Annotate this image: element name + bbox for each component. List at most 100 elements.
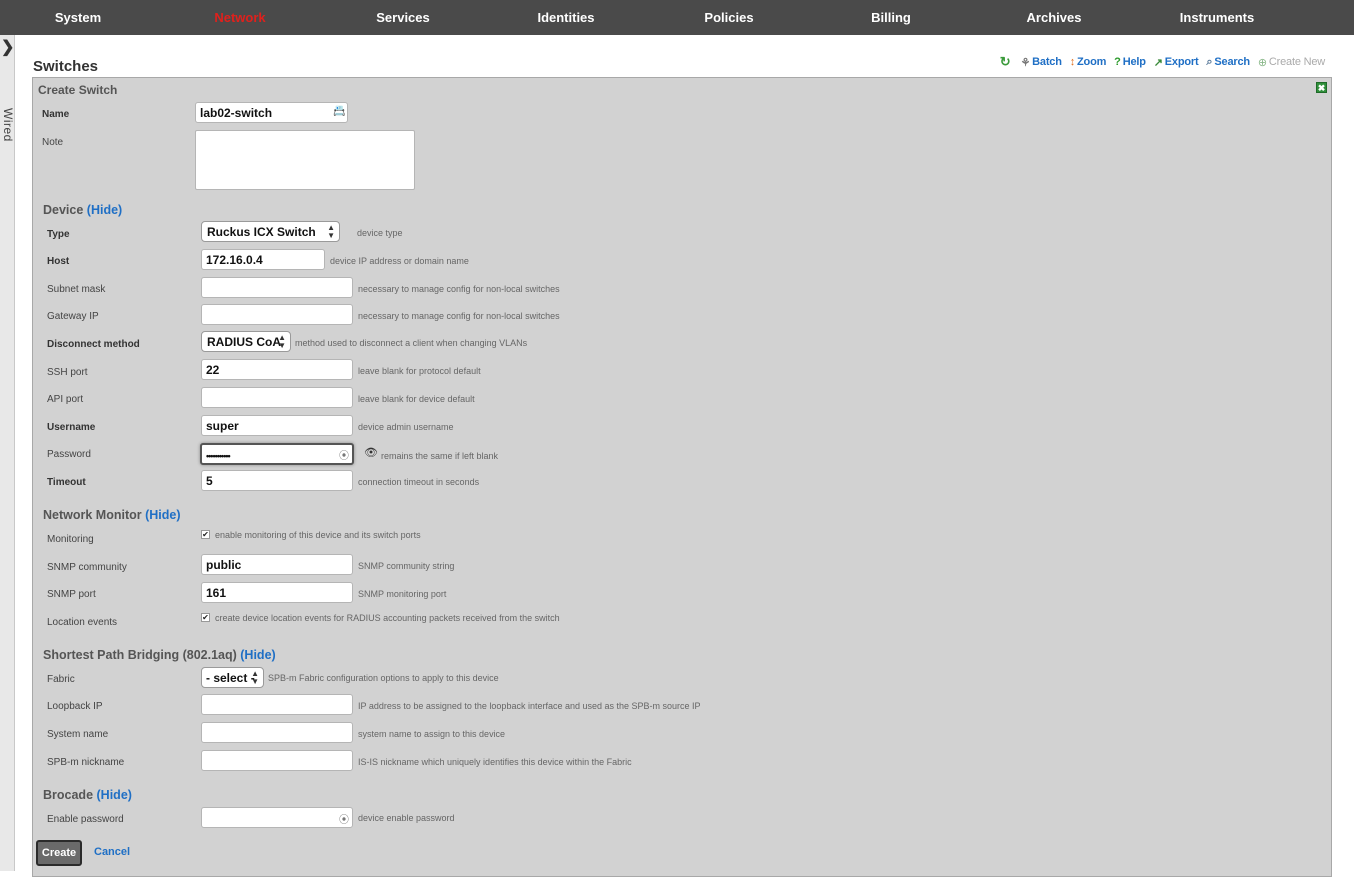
side-panel: ❯ Wired bbox=[0, 35, 15, 871]
spb-section-header: Shortest Path Bridging (802.1aq) (Hide) bbox=[43, 648, 276, 662]
cancel-link[interactable]: Cancel bbox=[94, 846, 130, 858]
disconnect-hint: method used to disconnect a client when … bbox=[295, 338, 528, 348]
create-new-button[interactable]: ⊕ Create New bbox=[1258, 56, 1325, 69]
loopback-label: Loopback IP bbox=[47, 701, 103, 712]
location-events-checkbox[interactable]: ✔ bbox=[201, 613, 210, 622]
nav-archives[interactable]: Archives bbox=[973, 0, 1135, 35]
system-name-hint: system name to assign to this device bbox=[358, 729, 506, 739]
type-select[interactable]: Ruckus ICX Switch ▲ ▼ bbox=[201, 221, 340, 242]
gateway-hint: necessary to manage config for non-local… bbox=[358, 311, 560, 321]
monitor-section-title: Network Monitor bbox=[43, 508, 142, 522]
password-label: Password bbox=[47, 449, 91, 460]
brocade-section-title: Brocade bbox=[43, 788, 94, 802]
fabric-select-value: - select - bbox=[206, 671, 255, 685]
fabric-select[interactable]: - select - ▲ ▼ bbox=[201, 667, 264, 688]
contact-card-icon[interactable]: 📇 bbox=[333, 106, 345, 117]
snmp-community-input[interactable]: public bbox=[201, 554, 353, 575]
brocade-section-header: Brocade (Hide) bbox=[43, 788, 132, 802]
help-icon: ? bbox=[1114, 56, 1121, 68]
help-label: Help bbox=[1122, 56, 1146, 68]
subnet-hint: necessary to manage config for non-local… bbox=[358, 284, 560, 294]
key-icon[interactable]: ⦿ bbox=[339, 811, 349, 826]
top-nav: System Network Services Identities Polic… bbox=[0, 0, 1354, 35]
zoom-button[interactable]: ↕ Zoom bbox=[1070, 56, 1107, 68]
api-port-input[interactable] bbox=[201, 387, 353, 408]
name-label: Name bbox=[42, 109, 70, 120]
api-port-label: API port bbox=[47, 394, 84, 405]
side-panel-label[interactable]: Wired bbox=[1, 108, 15, 142]
search-icon: ⌕ bbox=[1206, 55, 1213, 68]
batch-label: Batch bbox=[1032, 56, 1062, 68]
toolbar: ↻ ⚘ Batch ↕ Zoom ? Help ↗ Export ⌕ Searc… bbox=[1000, 54, 1325, 70]
api-port-hint: leave blank for device default bbox=[358, 394, 475, 404]
subnet-input[interactable] bbox=[201, 277, 353, 298]
select-arrows-icon: ▲ ▼ bbox=[278, 333, 286, 350]
create-new-label: Create New bbox=[1268, 56, 1325, 68]
enable-password-hint: device enable password bbox=[358, 813, 455, 823]
snmp-community-hint: SNMP community string bbox=[358, 561, 455, 571]
zoom-label: Zoom bbox=[1077, 56, 1107, 68]
help-button[interactable]: ? Help bbox=[1114, 56, 1146, 68]
location-events-label: Location events bbox=[47, 617, 118, 628]
close-icon[interactable]: ✖ bbox=[1316, 82, 1327, 93]
spb-hide-link[interactable]: (Hide) bbox=[240, 648, 275, 662]
type-select-value: Ruckus ICX Switch bbox=[207, 225, 316, 239]
refresh-button[interactable]: ↻ bbox=[1000, 54, 1013, 70]
username-label: Username bbox=[47, 422, 96, 433]
monitor-hide-link[interactable]: (Hide) bbox=[145, 508, 180, 522]
spb-nickname-input[interactable] bbox=[201, 750, 353, 771]
password-hint: remains the same if left blank bbox=[381, 451, 499, 461]
loopback-input[interactable] bbox=[201, 694, 353, 715]
timeout-label: Timeout bbox=[47, 477, 86, 488]
brocade-hide-link[interactable]: (Hide) bbox=[97, 788, 132, 802]
nav-identities[interactable]: Identities bbox=[485, 0, 647, 35]
create-button[interactable]: Create bbox=[36, 840, 82, 866]
nav-instruments[interactable]: Instruments bbox=[1136, 0, 1298, 35]
key-icon[interactable]: ⦿ bbox=[339, 447, 349, 462]
ssh-port-label: SSH port bbox=[47, 367, 88, 378]
type-label: Type bbox=[47, 229, 70, 240]
expand-arrow-icon[interactable]: ❯ bbox=[1, 39, 14, 57]
ssh-port-hint: leave blank for protocol default bbox=[358, 366, 481, 376]
spb-nickname-label: SPB-m nickname bbox=[47, 757, 125, 768]
device-section-header: Device (Hide) bbox=[43, 203, 122, 217]
note-label: Note bbox=[42, 137, 64, 148]
search-button[interactable]: ⌕ Search bbox=[1206, 55, 1250, 69]
monitoring-checkbox[interactable]: ✔ bbox=[201, 530, 210, 539]
nav-policies[interactable]: Policies bbox=[648, 0, 810, 35]
spb-section-title: Shortest Path Bridging (802.1aq) bbox=[43, 648, 237, 662]
export-label: Export bbox=[1164, 56, 1199, 68]
search-label: Search bbox=[1214, 56, 1250, 68]
loopback-hint: IP address to be assigned to the loopbac… bbox=[358, 701, 701, 711]
snmp-port-input[interactable]: 161 bbox=[201, 582, 353, 603]
nav-system[interactable]: System bbox=[0, 0, 159, 35]
password-input[interactable]: ••••••••••• bbox=[200, 443, 354, 465]
batch-icon: ⚘ bbox=[1020, 56, 1031, 69]
host-input[interactable]: 172.16.0.4 bbox=[201, 249, 325, 270]
disconnect-select-value: RADIUS CoA bbox=[207, 335, 281, 349]
ssh-port-input[interactable]: 22 bbox=[201, 359, 353, 380]
timeout-input[interactable]: 5 bbox=[201, 470, 353, 491]
monitor-section-header: Network Monitor (Hide) bbox=[43, 508, 181, 522]
page-title: Switches bbox=[33, 58, 99, 75]
name-input[interactable]: lab02-switch bbox=[195, 102, 348, 123]
location-events-hint: create device location events for RADIUS… bbox=[215, 613, 560, 623]
enable-password-label: Enable password bbox=[47, 814, 124, 825]
nav-billing[interactable]: Billing bbox=[810, 0, 972, 35]
timeout-hint: connection timeout in seconds bbox=[358, 477, 480, 487]
export-button[interactable]: ↗ Export bbox=[1154, 56, 1199, 69]
system-name-input[interactable] bbox=[201, 722, 353, 743]
plus-circle-icon: ⊕ bbox=[1257, 56, 1267, 69]
nav-services[interactable]: Services bbox=[322, 0, 484, 35]
device-section-title: Device bbox=[43, 203, 84, 217]
batch-button[interactable]: ⚘ Batch bbox=[1020, 56, 1061, 69]
gateway-input[interactable] bbox=[201, 304, 353, 325]
nav-network[interactable]: Network bbox=[159, 0, 321, 35]
disconnect-select[interactable]: RADIUS CoA ▲ ▼ bbox=[201, 331, 291, 352]
enable-password-input[interactable] bbox=[201, 807, 353, 828]
host-label: Host bbox=[47, 256, 70, 267]
device-hide-link[interactable]: (Hide) bbox=[87, 203, 122, 217]
note-textarea[interactable] bbox=[195, 130, 415, 190]
username-input[interactable]: super bbox=[201, 415, 353, 436]
eye-icon[interactable]: 👁 bbox=[364, 446, 378, 459]
